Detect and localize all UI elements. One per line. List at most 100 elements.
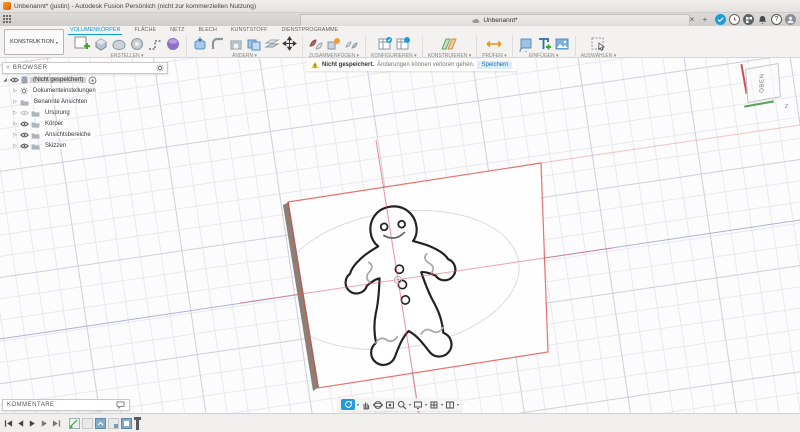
root-label[interactable]: (Nicht gespeichert) [30,77,87,83]
step-back-icon[interactable] [16,419,25,428]
history-clock-icon[interactable] [729,14,740,25]
expander-icon[interactable]: ▷ [12,132,18,138]
construction-plane-icon[interactable] [440,36,458,52]
visibility-eye-icon[interactable] [20,121,29,127]
revolve-icon[interactable] [111,36,127,52]
browser-root-row[interactable]: ◢ (Nicht gespeichert) [2,75,168,85]
press-pull-icon[interactable] [192,36,208,52]
offset-face-icon[interactable] [264,36,280,52]
visibility-eye-icon[interactable] [10,77,19,83]
workspace-selector-button[interactable]: KONSTRUKTION ▾ [4,29,64,55]
configuration-table-icon[interactable] [377,36,393,52]
visibility-eye-icon[interactable] [20,143,29,149]
as-built-joint-icon[interactable] [344,36,360,52]
viewcube[interactable]: OBEN Z [740,62,788,110]
grid-snap-icon[interactable] [429,400,439,410]
expander-icon[interactable]: ▷ [12,110,18,116]
visibility-eye-icon[interactable] [20,110,29,116]
expander-icon[interactable]: ▷ [12,121,18,127]
close-tab-icon[interactable]: × [686,15,698,24]
extensions-icon[interactable] [743,14,754,25]
browser-item-ansichtsbereiche[interactable]: ▷ Ansichtsbereiche [2,130,168,140]
configuration-insert-icon[interactable] [395,36,411,52]
help-icon[interactable]: ? [771,14,782,25]
viewports-icon[interactable] [445,400,455,410]
shell-icon[interactable] [228,36,244,52]
expander-icon[interactable]: ▷ [12,143,18,149]
browser-item-label[interactable]: Benannte Ansichten [31,99,91,105]
browser-item-label[interactable]: Dokumenteinstellungen [30,88,99,94]
viewcube-top-face[interactable]: OBEN [745,62,781,104]
activate-component-icon[interactable] [88,76,97,85]
step-forward-icon[interactable] [40,419,49,428]
caret-down-icon[interactable]: ▾ [457,402,459,407]
browser-settings-gear-icon[interactable] [156,64,164,72]
new-tab-icon[interactable]: + [699,15,711,24]
timeline-feature[interactable] [82,417,93,429]
gingerbread-right-eye[interactable] [397,219,406,229]
browser-item-label[interactable]: Körper [42,121,67,127]
caret-down-icon[interactable]: ▾ [409,402,411,407]
insert-image-icon[interactable] [554,36,570,52]
tab-kunststoff[interactable]: KUNSTSTOFF [229,26,270,35]
expander-icon[interactable]: ◢ [2,77,8,83]
insert-text-icon[interactable] [536,36,552,52]
timeline-sketch-feature[interactable] [69,417,80,429]
visibility-eye-icon[interactable] [20,132,29,138]
browser-item-label[interactable]: Ursprung [42,110,73,116]
data-panel-toggle-icon[interactable] [3,15,13,24]
extrude-icon[interactable] [93,36,109,52]
comments-panel[interactable]: KOMMENTARE [2,399,130,411]
timeline-position-marker[interactable] [134,416,141,430]
pipe-icon[interactable] [147,36,163,52]
tab-blech[interactable]: BLECH [197,26,219,35]
timeline-extrude-feature[interactable] [121,417,132,429]
timeline-feature[interactable] [108,417,119,429]
caret-down-icon[interactable]: ▾ [357,402,359,407]
tab-netz[interactable]: NETZ [168,26,186,35]
browser-item-ursprung[interactable]: ▷ Ursprung [2,108,168,118]
browser-item-label[interactable]: Ansichtsbereiche [42,132,94,138]
create-sketch-icon[interactable] [73,35,91,52]
document-tab[interactable]: Unbenannt* [300,14,690,26]
look-at-icon[interactable] [385,400,395,410]
caret-down-icon[interactable]: ▾ [425,402,427,407]
display-settings-icon[interactable] [413,400,423,410]
job-status-icon[interactable] [715,14,726,25]
browser-item-dokumenteinstellungen[interactable]: ▷ Dokumenteinstellungen [2,86,168,96]
free-orbit-icon[interactable] [372,400,383,410]
gingerbread-left-eye[interactable] [379,222,389,232]
tab-flaeche[interactable]: FLÄCHE [132,26,158,35]
new-component-icon[interactable] [308,36,324,52]
coil-icon[interactable] [129,36,145,52]
tab-dienstprogramme[interactable]: DIENSTPROGRAMME [279,26,340,35]
measure-icon[interactable] [485,36,503,52]
orbit-tool-active[interactable] [340,399,355,410]
insert-canvas-icon[interactable] [518,36,534,52]
comment-bubble-icon[interactable] [116,401,125,409]
browser-item-benannte-ansichten[interactable]: ▷ Benannte Ansichten [2,97,168,107]
notifications-bell-icon[interactable] [757,14,768,25]
combine-icon[interactable] [246,36,262,52]
caret-down-icon[interactable]: ▾ [441,402,443,407]
pan-hand-icon[interactable] [361,400,371,410]
timeline-extrude-feature[interactable] [95,417,106,429]
browser-item-label[interactable]: Skizzen [42,143,70,149]
create-form-icon[interactable] [165,36,181,52]
expander-icon[interactable]: ▷ [12,88,18,94]
zoom-magnifier-icon[interactable] [397,400,407,410]
viewcube-face-label[interactable]: OBEN [760,73,766,93]
joint-icon[interactable] [326,36,342,52]
browser-item-koerper[interactable]: ▷ Körper [2,119,168,129]
expander-icon[interactable]: ▷ [12,99,18,105]
fillet-icon[interactable] [210,36,226,52]
play-icon[interactable] [28,419,37,428]
user-avatar[interactable] [785,14,796,25]
select-icon[interactable] [590,36,607,52]
move-copy-icon[interactable] [282,36,297,51]
collapse-panel-icon[interactable]: « [6,63,10,73]
browser-item-skizzen[interactable]: ▷ Skizzen [2,141,168,151]
model-viewport[interactable]: Nicht gespeichert. Änderungen können ver… [0,58,800,413]
save-button[interactable]: Speichern [477,61,513,69]
go-to-end-icon[interactable] [52,419,61,428]
